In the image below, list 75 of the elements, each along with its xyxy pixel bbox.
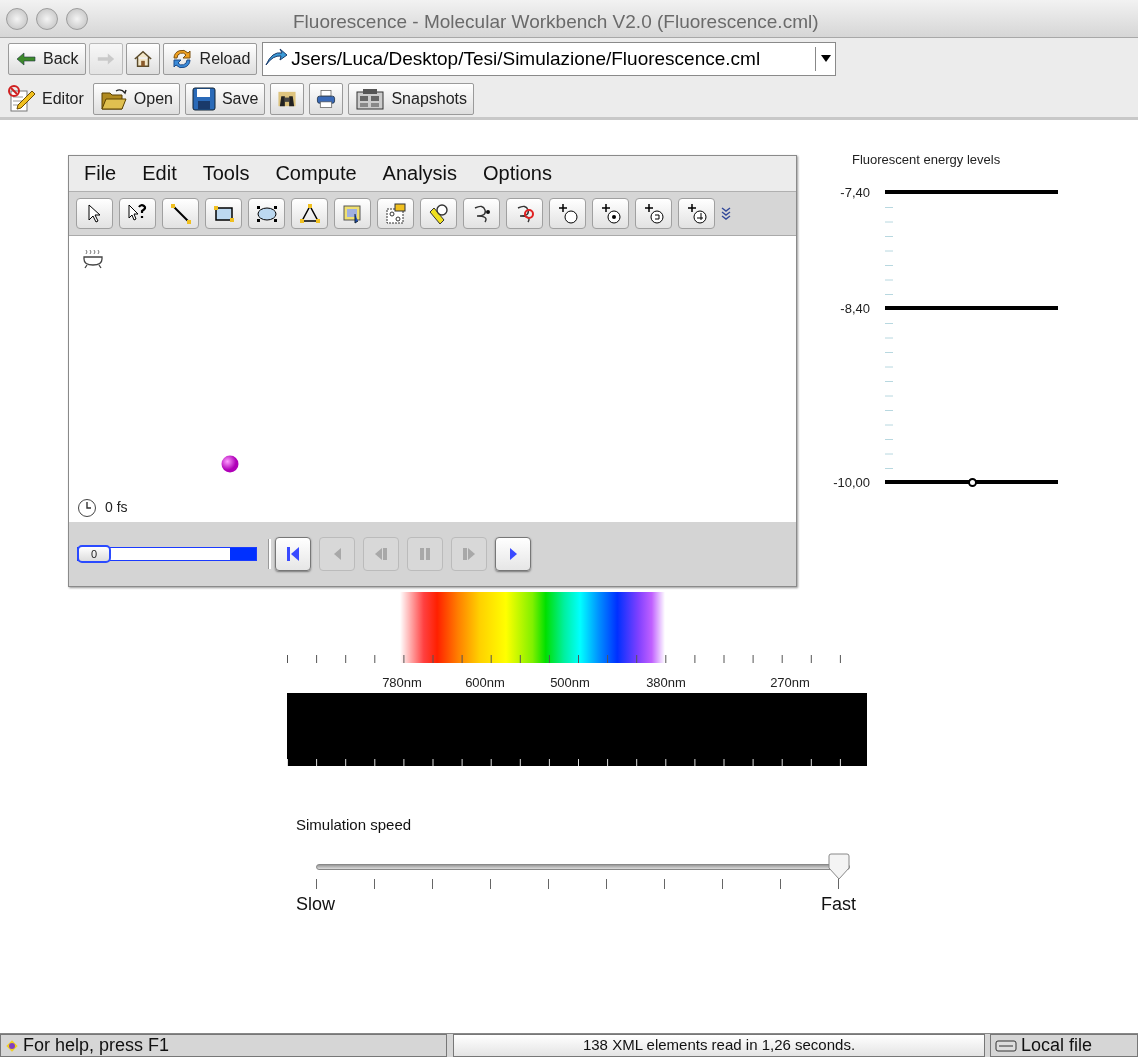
- tool-button[interactable]: [463, 198, 500, 229]
- forward-arrow-icon: [95, 51, 116, 67]
- elapsed-time: 0 fs: [105, 498, 128, 517]
- back-arrow-icon: [15, 51, 37, 67]
- address-field[interactable]: Jsers/Luca/Desktop/Tesi/Simulazione/Fluorescence.cml: [262, 42, 837, 76]
- home-icon: [132, 48, 153, 70]
- tool-button[interactable]: [291, 198, 328, 229]
- tool-button[interactable]: [205, 198, 242, 229]
- menu-item[interactable]: File: [74, 158, 127, 188]
- simulation-canvas[interactable]: 0 fs: [69, 236, 796, 522]
- status-text: Local file: [1021, 1034, 1093, 1057]
- status-text: For help, press F1: [23, 1034, 170, 1057]
- reload-button[interactable]: Reload: [162, 43, 258, 75]
- electron: [968, 477, 977, 487]
- disk-drive-icon: [995, 1038, 1017, 1053]
- dropdown-arrow-icon: [820, 55, 831, 63]
- slider-label: Simulation speed: [296, 815, 413, 835]
- tool-button[interactable]: [420, 198, 457, 229]
- reset-icon: [287, 547, 299, 561]
- pause-icon: [420, 548, 430, 560]
- tool-button[interactable]: [592, 198, 629, 229]
- menu-item[interactable]: Analysis: [372, 158, 468, 188]
- particle: [221, 455, 239, 473]
- play-button[interactable]: [495, 537, 531, 571]
- triangle-icon: [297, 201, 322, 226]
- chart-title: Fluorescent energy levels: [852, 151, 1001, 169]
- wavelength-label: 380nm: [646, 674, 686, 692]
- slider-min-label: Slow: [296, 892, 335, 916]
- snapshots-button[interactable]: Snapshots: [348, 82, 474, 115]
- step-back-icon: [333, 548, 341, 560]
- tool-button[interactable]: [119, 198, 156, 229]
- menu-item[interactable]: Edit: [132, 158, 187, 188]
- play-icon: [509, 548, 517, 560]
- help-icon: [5, 1038, 19, 1053]
- camera-icon: [355, 86, 386, 111]
- tool-button[interactable]: [635, 198, 672, 229]
- wavelength-label: 780nm: [382, 674, 422, 692]
- back-button[interactable]: Back: [8, 43, 86, 75]
- save-button[interactable]: Save: [184, 82, 266, 115]
- menu-item[interactable]: Compute: [265, 158, 367, 188]
- find-button[interactable]: [270, 82, 305, 115]
- clock-icon: [77, 497, 97, 518]
- tool-button[interactable]: [506, 198, 543, 229]
- open-folder-icon: [99, 86, 128, 111]
- timeline-slider[interactable]: 0: [77, 545, 257, 563]
- window-title: Fluorescence - Molecular Workbench V2.0 (Fluorescence.cml): [293, 10, 819, 34]
- menu-item[interactable]: Tools: [192, 158, 260, 188]
- tool-button[interactable]: [76, 198, 113, 229]
- open-button[interactable]: Open: [92, 82, 180, 115]
- tool-button[interactable]: [248, 198, 285, 229]
- tool-button[interactable]: [162, 198, 199, 229]
- reset-button[interactable]: [275, 537, 311, 571]
- wavelength-label: 270nm: [770, 674, 810, 692]
- timeline-thumb[interactable]: 0: [77, 545, 111, 563]
- tool-button[interactable]: [549, 198, 586, 229]
- text-box-icon: [383, 201, 408, 226]
- energy-value: -7,40: [839, 184, 870, 202]
- more-tools-icon: [721, 206, 731, 221]
- slider-max-label: Fast: [821, 892, 856, 916]
- wavelength-label: 600nm: [465, 674, 505, 692]
- wavelength-label: 500nm: [550, 674, 590, 692]
- editor-button[interactable]: Editor: [8, 82, 88, 115]
- menu-item[interactable]: Options: [473, 158, 562, 188]
- print-button[interactable]: [309, 82, 344, 115]
- energy-value: -8,40: [839, 300, 870, 318]
- line-icon: [168, 201, 193, 226]
- speed-slider[interactable]: [316, 856, 850, 877]
- slider-thumb[interactable]: [828, 852, 850, 881]
- status-text: 138 XML elements read in 1,26 seconds.: [582, 1035, 856, 1056]
- step-forward-icon: [463, 548, 475, 560]
- edit-pencil-icon: [8, 84, 36, 113]
- tool-button[interactable]: [678, 198, 715, 229]
- energy-value: -10,00: [832, 474, 870, 492]
- rewind-icon: [375, 548, 387, 560]
- home-button[interactable]: [125, 43, 160, 75]
